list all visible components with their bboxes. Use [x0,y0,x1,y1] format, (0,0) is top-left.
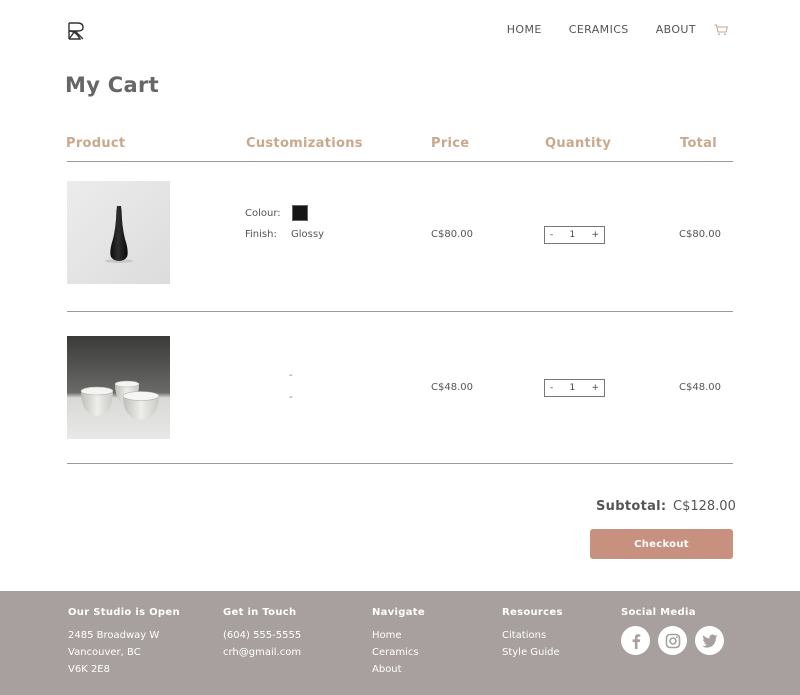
header-divider [67,161,733,162]
quantity-stepper[interactable]: - 1 + [544,226,605,244]
colour-swatch [292,205,308,221]
quantity-value[interactable]: 1 [569,383,575,393]
footer-heading: Navigate [372,607,425,618]
product-image-white-cups[interactable] [67,336,170,439]
column-header-product: Product [66,136,126,151]
quantity-decrement-button[interactable]: - [550,230,553,240]
facebook-icon[interactable] [621,626,650,655]
row-total: C$48.00 [679,382,721,393]
row-divider [67,311,733,312]
quantity-increment-button[interactable]: + [591,383,599,393]
footer-link-citations[interactable]: Citations [502,627,563,644]
instagram-icon[interactable] [658,626,687,655]
column-header-total: Total [680,136,718,151]
column-header-price: Price [431,136,470,151]
column-header-quantity: Quantity [545,136,612,151]
site-footer: Our Studio is Open 2485 Broadway W Vanco… [0,591,800,695]
footer-link-about[interactable]: About [372,661,425,678]
customization-label-colour: Colour: [245,208,281,219]
footer-heading: Social Media [621,607,696,618]
address-line: V6K 2E8 [68,664,110,675]
subtotal-value: C$128.00 [673,499,736,514]
address-line: 2485 Broadway W [68,630,160,641]
nav-home-link[interactable]: HOME [507,23,542,36]
nav-about-link[interactable]: ABOUT [656,23,696,36]
nav-ceramics-link[interactable]: CERAMICS [569,23,629,36]
row-divider [67,463,733,464]
footer-heading: Our Studio is Open [68,607,180,618]
footer-heading: Resources [502,607,563,618]
column-header-customizations: Customizations [246,136,363,151]
cart-icon[interactable] [714,24,728,36]
product-image-black-vase[interactable] [67,181,170,284]
footer-link-home[interactable]: Home [372,627,425,644]
customization-label-finish: Finish: [245,229,277,240]
main-nav: HOME CERAMICS ABOUT [480,23,728,36]
twitter-icon[interactable] [695,626,724,655]
quantity-stepper[interactable]: - 1 + [544,379,605,397]
email-link[interactable]: crh@gmail.com [223,644,301,661]
subtotal-label: Subtotal: [596,499,667,514]
quantity-value[interactable]: 1 [569,230,575,240]
address-line: Vancouver, BC [68,647,141,658]
page-title: My Cart [65,73,159,97]
brand-logo[interactable] [66,21,86,41]
quantity-decrement-button[interactable]: - [550,383,553,393]
footer-resources: Resources Citations Style Guide [502,607,563,661]
footer-navigate: Navigate Home Ceramics About [372,607,425,678]
row-total: C$80.00 [679,229,721,240]
footer-social: Social Media [621,607,724,655]
customization-empty: - [289,392,293,403]
customization-value-finish: Glossy [291,229,324,240]
footer-heading: Get in Touch [223,607,297,618]
row-price: C$80.00 [431,229,473,240]
phone-link[interactable]: (604) 555-5555 [223,627,301,644]
footer-link-ceramics[interactable]: Ceramics [372,644,425,661]
customization-empty: - [289,370,293,381]
row-price: C$48.00 [431,382,473,393]
footer-link-style-guide[interactable]: Style Guide [502,644,563,661]
quantity-increment-button[interactable]: + [591,230,599,240]
footer-contact: Get in Touch (604) 555-5555 crh@gmail.co… [223,607,301,661]
footer-studio: Our Studio is Open 2485 Broadway W Vanco… [68,607,180,678]
checkout-button[interactable]: Checkout [590,529,733,559]
